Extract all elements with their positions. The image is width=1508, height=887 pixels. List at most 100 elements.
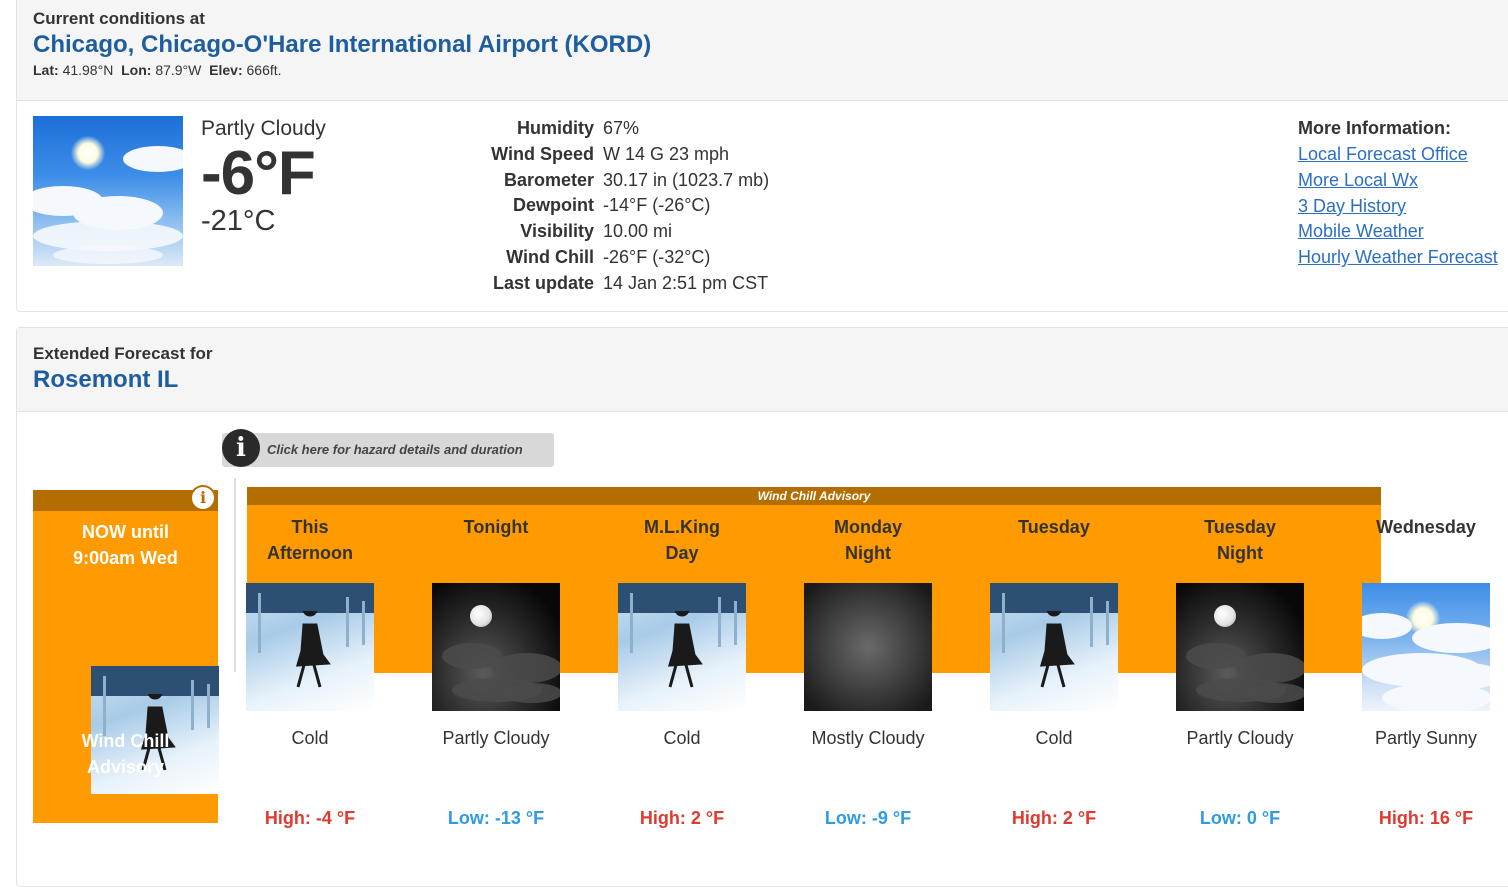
detail-label: Dewpoint <box>513 195 594 216</box>
extended-forecast-header: Extended Forecast for Rosemont IL <box>17 328 1508 412</box>
now-hazard-box[interactable]: i NOW until 9:00am Wed Wind Chill Adviso… <box>33 485 219 823</box>
mobile-weather-link[interactable]: Mobile Weather <box>1298 220 1498 246</box>
now-label-line2: Advisory <box>86 757 165 777</box>
station-name: Chicago, Chicago-O'Hare International Ai… <box>33 31 652 58</box>
period-name-line1: This <box>291 517 329 537</box>
detail-row: Humidity 67% <box>477 117 769 143</box>
current-condition: Partly Cloudy <box>201 117 326 140</box>
now-title-line1: NOW until <box>82 522 169 542</box>
detail-value: 10.00 mi <box>603 221 673 242</box>
forecast-period[interactable]: This Afternoon Cold High: -4 °F <box>217 505 403 829</box>
forecast-period[interactable]: Tuesday Cold High: 2 °F <box>961 505 1147 829</box>
extended-forecast-heading: Extended Forecast for <box>33 344 213 363</box>
partly-sunny-icon[interactable] <box>1362 583 1490 711</box>
current-conditions-heading: Current conditions at <box>33 9 205 28</box>
detail-row: Wind Speed W 14 G 23 mph <box>477 143 769 169</box>
period-name-line2: Night <box>1217 543 1263 563</box>
lon-value: 87.9°W <box>155 62 202 78</box>
now-hazard-bar: i <box>33 485 218 511</box>
period-short-desc: Cold <box>663 728 701 748</box>
period-name-line1: Wednesday <box>1376 517 1476 537</box>
elev-label: Elev: <box>209 62 243 78</box>
period-name: Tonight <box>403 505 589 583</box>
period-name-line1: Tonight <box>463 517 529 537</box>
current-temp-c: -21°C <box>201 205 276 237</box>
wind-chill-advisory-bar[interactable]: Wind Chill Advisory <box>247 487 1381 505</box>
partly-cloudy-icon <box>33 116 183 266</box>
lat-value: 41.98°N <box>62 62 114 78</box>
period-temp: High: 16 °F <box>1378 808 1474 828</box>
period-name: M.L.King Day <box>589 505 775 583</box>
partly-cloudy-night-icon[interactable] <box>432 583 560 711</box>
cold-icon[interactable] <box>990 583 1118 711</box>
now-hazard-title: NOW until 9:00am Wed <box>33 519 218 571</box>
period-temp: Low: 0 °F <box>1199 808 1281 828</box>
lat-label: Lat: <box>33 62 59 78</box>
period-name-line1: Tuesday <box>1204 517 1276 537</box>
hazard-details-label: Click here for hazard details and durati… <box>267 442 523 457</box>
hourly-weather-forecast-link[interactable]: Hourly Weather Forecast <box>1298 246 1498 272</box>
info-icon: i <box>222 429 260 467</box>
detail-row: Visibility 10.00 mi <box>477 220 769 246</box>
detail-row: Dewpoint -14°F (-26°C) <box>477 194 769 220</box>
period-temp: High: 2 °F <box>1011 808 1097 828</box>
current-conditions-header: Current conditions at Chicago, Chicago-O… <box>17 0 1508 101</box>
period-short-desc: Cold <box>291 728 329 748</box>
period-temp: Low: -13 °F <box>447 808 545 828</box>
period-name: This Afternoon <box>217 505 403 583</box>
period-name: Monday Night <box>775 505 961 583</box>
current-temp-f: -6°F <box>201 139 316 208</box>
more-info-title: More Information: <box>1298 118 1451 138</box>
detail-label: Last update <box>492 272 594 293</box>
detail-value: 30.17 in (1023.7 mb) <box>603 169 770 190</box>
detail-value: -14°F (-26°C) <box>603 195 711 216</box>
cold-icon[interactable] <box>618 583 746 711</box>
period-name-line1: Monday <box>833 517 902 537</box>
detail-value: 14 Jan 2:51 pm CST <box>603 272 769 293</box>
now-label-line1: Wind Chill <box>81 731 170 751</box>
forecast-period[interactable]: Tuesday Night Partly Cloudy Low: 0 °F <box>1147 505 1333 829</box>
local-forecast-office-link[interactable]: Local Forecast Office <box>1298 143 1498 169</box>
detail-row: Wind Chill -26°F (-32°C) <box>477 246 769 272</box>
period-name: Tuesday Night <box>1147 505 1333 583</box>
current-summary: Partly Cloudy -6°F -21°C <box>201 117 326 237</box>
period-name-line2: Afternoon <box>267 543 353 563</box>
period-short-desc: Cold <box>1035 728 1073 748</box>
elev-value: 666ft. <box>246 62 282 78</box>
detail-value: W 14 G 23 mph <box>603 143 730 164</box>
partly-cloudy-night-icon[interactable] <box>1176 583 1304 711</box>
current-conditions-panel: Current conditions at Chicago, Chicago-O… <box>16 0 1508 312</box>
hazard-details-button[interactable]: i Click here for hazard details and dura… <box>222 429 554 467</box>
3-day-history-link[interactable]: 3 Day History <box>1298 195 1498 221</box>
detail-label: Wind Chill <box>506 246 594 267</box>
forecast-location: Rosemont IL <box>33 366 179 393</box>
more-local-wx-link[interactable]: More Local Wx <box>1298 169 1498 195</box>
period-short-desc: Partly Cloudy <box>1186 728 1294 748</box>
period-name: Wednesday <box>1333 505 1508 583</box>
period-short-desc: Partly Cloudy <box>442 728 550 748</box>
detail-value: -26°F (-32°C) <box>603 246 711 267</box>
period-name: Tuesday <box>961 505 1147 583</box>
detail-row: Barometer 30.17 in (1023.7 mb) <box>477 169 769 195</box>
now-hazard-label: Wind Chill Advisory <box>33 728 218 780</box>
detail-label: Visibility <box>520 221 594 242</box>
cold-icon[interactable] <box>246 583 374 711</box>
extended-forecast-panel: Extended Forecast for Rosemont IL i Clic… <box>16 327 1508 887</box>
forecast-period[interactable]: M.L.King Day Cold High: 2 °F <box>589 505 775 829</box>
detail-label: Barometer <box>503 169 594 190</box>
forecast-period[interactable]: Wednesday Partly Sunny High: 16 °F <box>1333 505 1508 829</box>
now-title-line2: 9:00am Wed <box>73 548 178 568</box>
mostly-cloudy-night-icon[interactable] <box>804 583 932 711</box>
lon-label: Lon: <box>121 62 152 78</box>
current-details-table: Humidity 67% Wind Speed W 14 G 23 mph Baro… <box>477 117 769 298</box>
info-icon[interactable]: i <box>190 485 216 511</box>
period-name-line2: Day <box>665 543 699 563</box>
detail-row: Last update 14 Jan 2:51 pm CST <box>477 272 769 298</box>
station-coordinates: Lat: 41.98°N Lon: 87.9°W Elev: 666ft. <box>33 62 1492 78</box>
more-information: More Information: Local Forecast Office … <box>1298 117 1498 272</box>
period-short-desc: Mostly Cloudy <box>811 728 925 748</box>
forecast-period[interactable]: Monday Night Mostly Cloudy Low: -9 °F <box>775 505 961 829</box>
period-name-line1: M.L.King <box>644 517 720 537</box>
period-temp: High: 2 °F <box>639 808 725 828</box>
forecast-period[interactable]: Tonight Partly Cloudy Low: -13 °F <box>403 505 589 829</box>
